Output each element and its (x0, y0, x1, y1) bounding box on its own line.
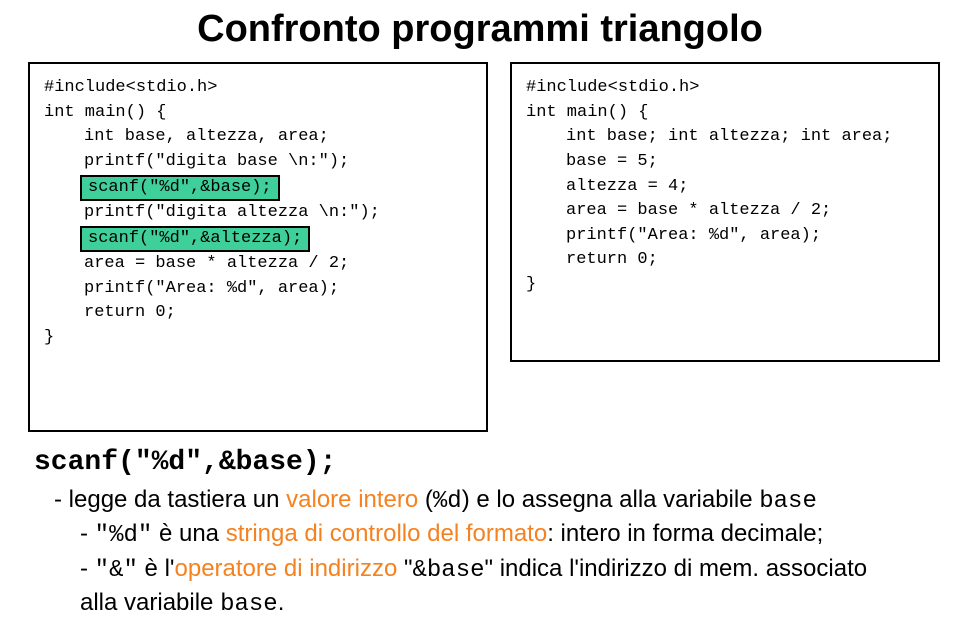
code-box-left: #include<stdio.h> int main() { int base,… (28, 62, 488, 432)
text-orange: valore intero (286, 486, 418, 513)
explanation-line: alla variabile base. (80, 587, 934, 621)
text: : intero in forma decimale; (547, 520, 823, 547)
text: ( (418, 486, 433, 513)
text-mono: base (220, 591, 278, 618)
text: " (397, 555, 412, 582)
code-line-highlighted: scanf("%d",&altezza); (80, 226, 310, 252)
explanation-line: - "&" è l'operatore di indirizzo "&base"… (80, 553, 934, 587)
explanation-line: - "%d" è una stringa di controllo del fo… (80, 518, 934, 552)
text: alla variabile (80, 589, 220, 616)
text: - (80, 520, 95, 547)
code-line: altezza = 4; (526, 175, 924, 200)
code-line: int main() { (526, 101, 924, 126)
text: - (80, 555, 95, 582)
code-line: area = base * altezza / 2; (44, 252, 472, 277)
code-line: return 0; (526, 248, 924, 273)
text-orange: operatore di indirizzo (175, 555, 398, 582)
code-line: base = 5; (526, 150, 924, 175)
highlight-scanf-base: scanf("%d",&base); (44, 175, 472, 201)
text: è l' (138, 555, 175, 582)
text: - legge da tastiera un (54, 486, 286, 513)
code-line: } (44, 326, 472, 351)
page-title: Confronto programmi triangolo (0, 8, 960, 51)
code-line: return 0; (44, 301, 472, 326)
text: è una (152, 520, 225, 547)
explanation-line: - legge da tastiera un valore intero (%d… (54, 484, 934, 518)
text: " indica l'indirizzo di mem. associato (485, 555, 868, 582)
code-line: area = base * altezza / 2; (526, 199, 924, 224)
code-line: #include<stdio.h> (526, 76, 924, 101)
text-mono: &base (412, 557, 484, 584)
code-line: } (526, 273, 924, 298)
code-box-right: #include<stdio.h> int main() { int base;… (510, 62, 940, 362)
code-line: printf("digita base \n:"); (44, 150, 472, 175)
text-mono: "&" (95, 557, 138, 584)
text: . (278, 589, 285, 616)
code-line: int base; int altezza; int area; (526, 125, 924, 150)
code-line: int base, altezza, area; (44, 125, 472, 150)
explanation-block: scanf("%d",&base); - legge da tastiera u… (34, 444, 934, 621)
text-mono: base (759, 488, 817, 515)
code-line: #include<stdio.h> (44, 76, 472, 101)
text-mono: "%d" (95, 522, 153, 549)
explanation-headline: scanf("%d",&base); (34, 444, 934, 482)
code-line-highlighted: scanf("%d",&base); (80, 175, 280, 201)
code-line: printf("Area: %d", area); (44, 277, 472, 302)
text-mono: %d (433, 488, 462, 515)
code-line: printf("digita altezza \n:"); (44, 201, 472, 226)
text: ) e lo assegna alla variabile (462, 486, 760, 513)
code-line: printf("Area: %d", area); (526, 224, 924, 249)
highlight-scanf-altezza: scanf("%d",&altezza); (44, 226, 472, 252)
text-orange: stringa di controllo del formato (226, 520, 548, 547)
code-line: int main() { (44, 101, 472, 126)
